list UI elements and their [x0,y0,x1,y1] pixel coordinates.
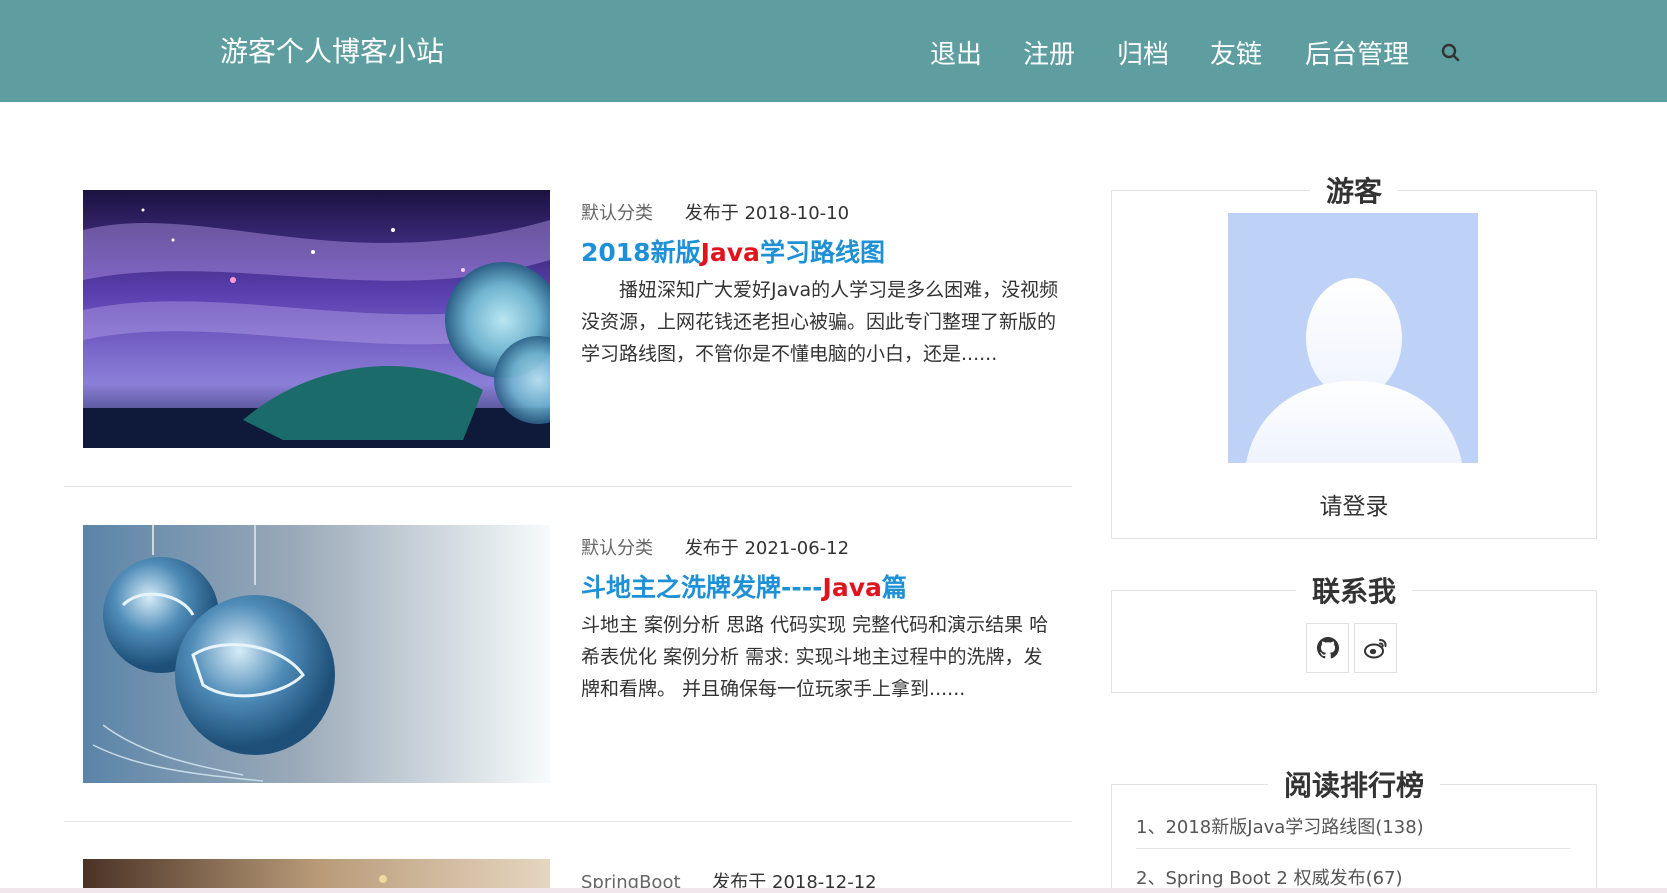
divider [64,821,1072,822]
post-title[interactable]: 2018新版Java学习路线图 [581,233,885,269]
avatar [1228,213,1478,463]
post-date: 发布于 2021-06-12 [684,538,850,559]
ranking-title: 阅读排行榜 [1111,764,1597,804]
divider [1136,848,1570,849]
post-thumbnail[interactable] [83,190,550,448]
site-title[interactable]: 游客个人博客小站 [220,30,444,70]
post-category[interactable]: 默认分类 [581,203,653,224]
post-category[interactable]: 默认分类 [581,538,653,559]
site-header: 游客个人博客小站 退出 注册 归档 友链 后台管理 [0,0,1667,102]
profile-title: 游客 [1111,170,1597,210]
post-excerpt: 播妞深知广大爱好Java的人学习是多么困难，没视频没资源，上网花钱还老担心被骗。… [581,279,1059,365]
login-link[interactable]: 请登录 [1111,487,1597,521]
post-thumbnail[interactable] [83,525,550,783]
post-title-highlight: Java [700,238,760,267]
search-icon[interactable] [1440,42,1462,64]
post-meta: 默认分类 发布于 2021-06-12 [581,534,849,560]
ranking-item[interactable]: 2、Spring Boot 2 权威发布(67) [1136,864,1403,890]
divider [64,486,1072,487]
post-meta: 默认分类 发布于 2018-10-10 [581,199,849,225]
post-title-text: 斗地主之洗牌发牌---- [581,573,823,602]
post-date: 发布于 2018-10-10 [684,203,850,224]
github-icon[interactable] [1306,623,1349,673]
post-title-text: 学习路线图 [759,238,885,267]
post-title[interactable]: 斗地主之洗牌发牌----Java篇 [581,568,907,604]
weibo-icon[interactable] [1354,623,1397,673]
bottom-border [0,888,1667,893]
contact-title: 联系我 [1111,570,1597,610]
nav-register[interactable]: 注册 [1023,34,1075,71]
post-title-text: 篇 [881,573,907,602]
nav-logout[interactable]: 退出 [930,34,982,71]
post-excerpt: 斗地主 案例分析 思路 代码实现 完整代码和演示结果 哈希表优化 案例分析 需求… [581,614,1049,700]
nav-friend-links[interactable]: 友链 [1210,34,1262,71]
nav-archive[interactable]: 归档 [1117,34,1169,71]
post-title-highlight: Java [822,573,882,602]
ranking-item[interactable]: 1、2018新版Java学习路线图(138) [1136,813,1424,839]
nav-admin[interactable]: 后台管理 [1305,34,1409,71]
post-thumbnail[interactable] [83,859,550,889]
post-title-text: 2018新版 [581,238,701,267]
